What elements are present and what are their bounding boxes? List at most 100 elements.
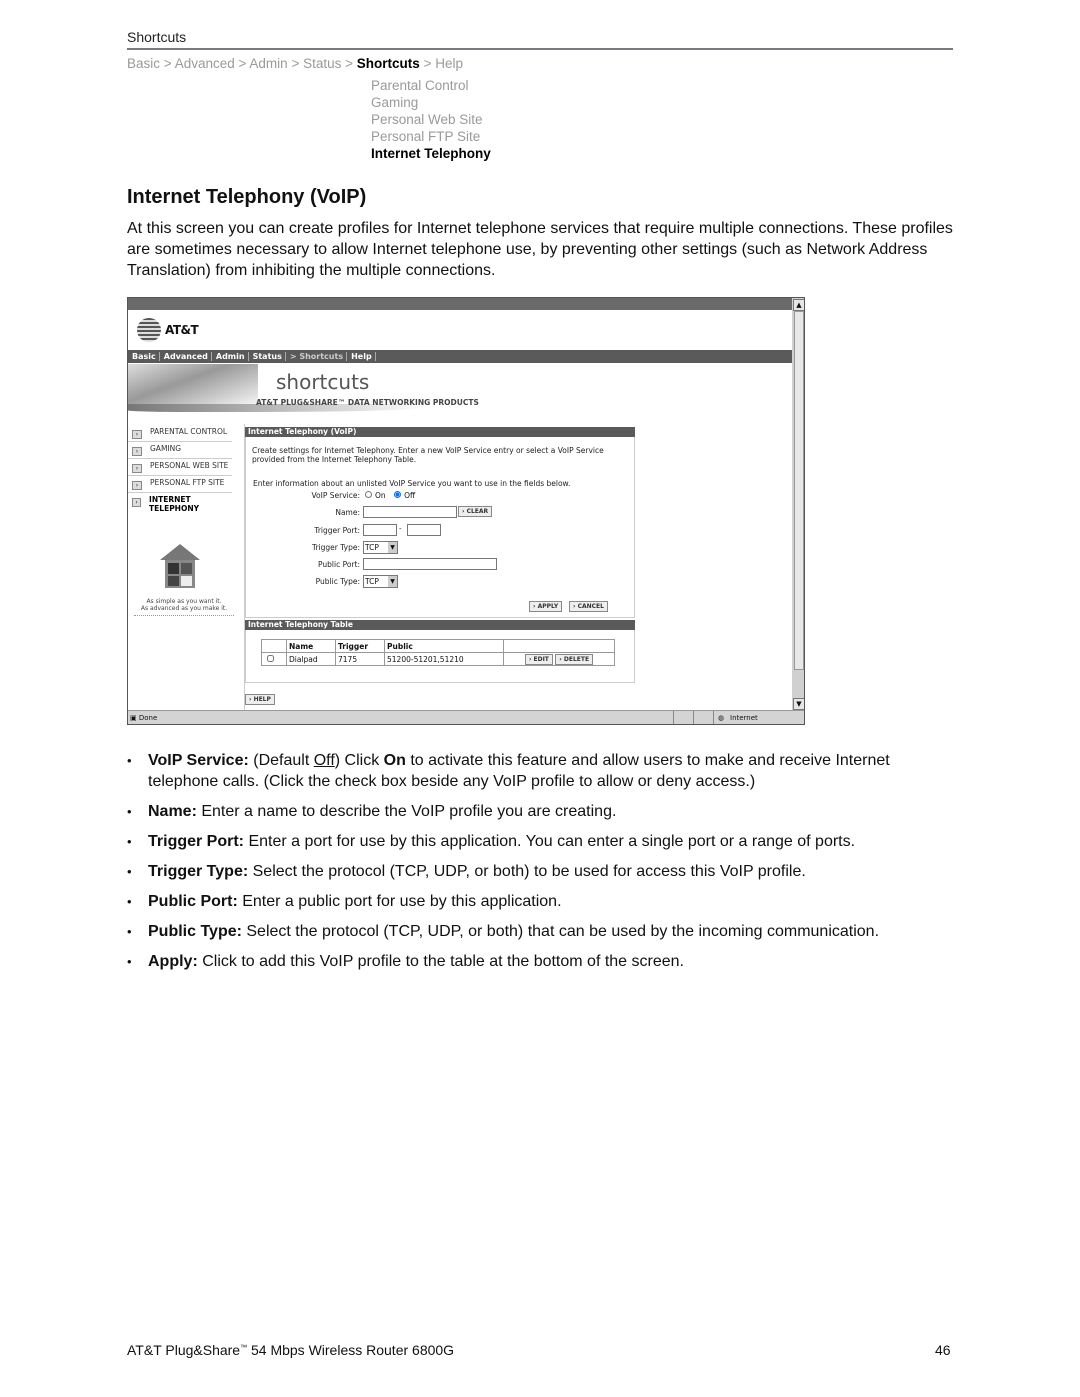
sidebar-item-parental-control[interactable]: › PARENTAL CONTROL [128, 425, 232, 442]
submenu-personal-web-site[interactable]: Personal Web Site [371, 111, 491, 128]
breadcrumb-help[interactable]: Help [435, 56, 463, 71]
bullet-text: (Default [248, 752, 314, 769]
public-port-input[interactable] [363, 558, 497, 570]
breadcrumb-basic[interactable]: Basic [127, 56, 160, 71]
dropdown-arrow-icon: ▼ [388, 542, 397, 553]
voip-off-radio[interactable] [394, 491, 402, 498]
nav-admin[interactable]: Admin [211, 352, 249, 361]
zone-text: Internet [730, 714, 758, 722]
public-type-select[interactable]: TCP ▼ [363, 575, 398, 588]
row-actions: › EDIT › DELETE [503, 652, 615, 666]
col-public: Public [384, 639, 504, 653]
row-trigger: 7175 [335, 652, 385, 666]
trigger-port-to-input[interactable] [407, 524, 441, 536]
nav-help[interactable]: Help [347, 352, 376, 361]
page-title: Internet Telephony (VoIP) [127, 186, 367, 208]
breadcrumb-admin[interactable]: Admin [249, 56, 287, 71]
nav-basic[interactable]: Basic [128, 352, 160, 361]
cancel-button[interactable]: › CANCEL [569, 601, 608, 612]
arrow-icon: › [132, 464, 142, 473]
bullet-text: Enter a public port for use by this appl… [237, 893, 562, 910]
sidebar-item-label: GAMING [150, 444, 182, 453]
sidebar-item-personal-ftp-site[interactable]: › PERSONAL FTP SITE [128, 476, 232, 493]
table-header-row: Name Trigger Public [261, 639, 615, 653]
submenu-personal-ftp-site[interactable]: Personal FTP Site [371, 128, 491, 145]
trigger-type-label: Trigger Type: [311, 543, 360, 552]
breadcrumb-separator: > [423, 56, 432, 71]
bullet-term: Public Port: [148, 893, 238, 910]
help-button[interactable]: › HELP [245, 694, 275, 705]
cancel-button-label: CANCEL [577, 603, 604, 610]
bullet-term: Name: [148, 803, 197, 820]
bullet-text: Select the protocol (TCP, UDP, or both) … [241, 923, 880, 940]
scroll-up-arrow-icon[interactable]: ▲ [793, 299, 804, 311]
voip-panel-instructions: Enter information about an unlisted VoIP… [253, 479, 571, 488]
clear-button[interactable]: › CLEAR [458, 506, 493, 517]
name-label: Name: [335, 508, 360, 517]
house-icon [160, 544, 200, 588]
breadcrumb-separator: > [163, 56, 172, 71]
bullet-public-port: Public Port: Enter a public port for use… [127, 891, 957, 912]
apply-button-label: APPLY [537, 603, 559, 610]
bullet-name: Name: Enter a name to describe the VoIP … [127, 801, 957, 822]
row-public: 51200-51201,51210 [384, 652, 504, 666]
nav-advanced[interactable]: Advanced [159, 352, 212, 361]
browser-top-bar [128, 298, 804, 310]
col-select [261, 639, 287, 653]
bullet-bold: On [383, 752, 406, 769]
breadcrumb-separator: > [238, 56, 247, 71]
sidebar-item-gaming[interactable]: › GAMING [128, 442, 232, 459]
table-row: Dialpad 7175 51200-51201,51210 › EDIT › … [261, 652, 615, 666]
nav-status[interactable]: Status [248, 352, 286, 361]
voip-panel-header: Internet Telephony (VoIP) [245, 427, 635, 437]
bullet-text: Enter a name to describe the VoIP profil… [196, 803, 617, 820]
apply-button[interactable]: › APPLY [529, 601, 563, 612]
breadcrumb-advanced[interactable]: Advanced [175, 56, 235, 71]
bullet-term: Public Type: [148, 923, 242, 940]
delete-button-label: DELETE [563, 655, 590, 663]
shortcuts-submenu: Parental Control Gaming Personal Web Sit… [371, 77, 491, 162]
sidebar-item-internet-telephony[interactable]: › INTERNET TELEPHONY [128, 493, 232, 515]
row-name: Dialpad [286, 652, 336, 666]
voip-service-radio-group: On Off [365, 491, 415, 500]
voip-on-radio[interactable] [365, 491, 372, 498]
col-actions [503, 639, 615, 653]
breadcrumb: Basic > Advanced > Admin > Status > Shor… [127, 56, 463, 71]
router-nav-bar: Basic Advanced Admin Status > Shortcuts Help [128, 350, 792, 363]
router-sidebar: › PARENTAL CONTROL › GAMING › PERSONAL WEB … [128, 425, 232, 515]
submenu-internet-telephony[interactable]: Internet Telephony [371, 145, 491, 162]
trigger-type-value: TCP [365, 543, 379, 552]
breadcrumb-separator: > [345, 56, 354, 71]
telephony-table: Name Trigger Public Dialpad 7175 51200-5… [261, 639, 615, 666]
row-checkbox[interactable] [267, 654, 274, 662]
trigger-port-from-input[interactable] [363, 524, 397, 536]
nav-shortcuts[interactable]: > Shortcuts [285, 352, 348, 361]
breadcrumb-status[interactable]: Status [303, 56, 341, 71]
bullet-text: Select the protocol (TCP, UDP, or both) … [248, 863, 806, 880]
bullet-trigger-type: Trigger Type: Select the protocol (TCP, … [127, 861, 957, 882]
att-globe-icon [137, 318, 161, 342]
trigger-type-select[interactable]: TCP ▼ [363, 541, 398, 554]
internet-zone-icon: ◍ [718, 714, 725, 722]
field-descriptions: VoIP Service: (Default Off) Click On to … [127, 750, 957, 981]
arrow-icon: › [132, 430, 142, 439]
footer-product: AT&T Plug&Share™ 54 Mbps Wireless Router… [127, 1342, 454, 1358]
section-label: Shortcuts [127, 29, 187, 45]
scroll-down-arrow-icon[interactable]: ▼ [793, 698, 804, 710]
bullet-text: ) Click [334, 752, 384, 769]
sidebar-item-personal-web-site[interactable]: › PERSONAL WEB SITE [128, 459, 232, 476]
scrollbar-thumb[interactable] [794, 311, 804, 670]
delete-button[interactable]: › DELETE [555, 653, 594, 665]
name-input[interactable] [363, 506, 457, 518]
footer-product-name: AT&T Plug&Share [127, 1342, 241, 1358]
submenu-gaming[interactable]: Gaming [371, 94, 491, 111]
arrow-icon: › [132, 481, 142, 490]
banner-title: shortcuts [276, 370, 370, 394]
submenu-parental-control[interactable]: Parental Control [371, 77, 491, 94]
bullet-public-type: Public Type: Select the protocol (TCP, U… [127, 921, 957, 942]
edit-button[interactable]: › EDIT [524, 653, 553, 665]
breadcrumb-shortcuts[interactable]: Shortcuts [357, 56, 420, 71]
port-range-dash: - [399, 525, 402, 533]
header-rule [127, 48, 953, 50]
bullet-term: VoIP Service: [148, 752, 249, 769]
